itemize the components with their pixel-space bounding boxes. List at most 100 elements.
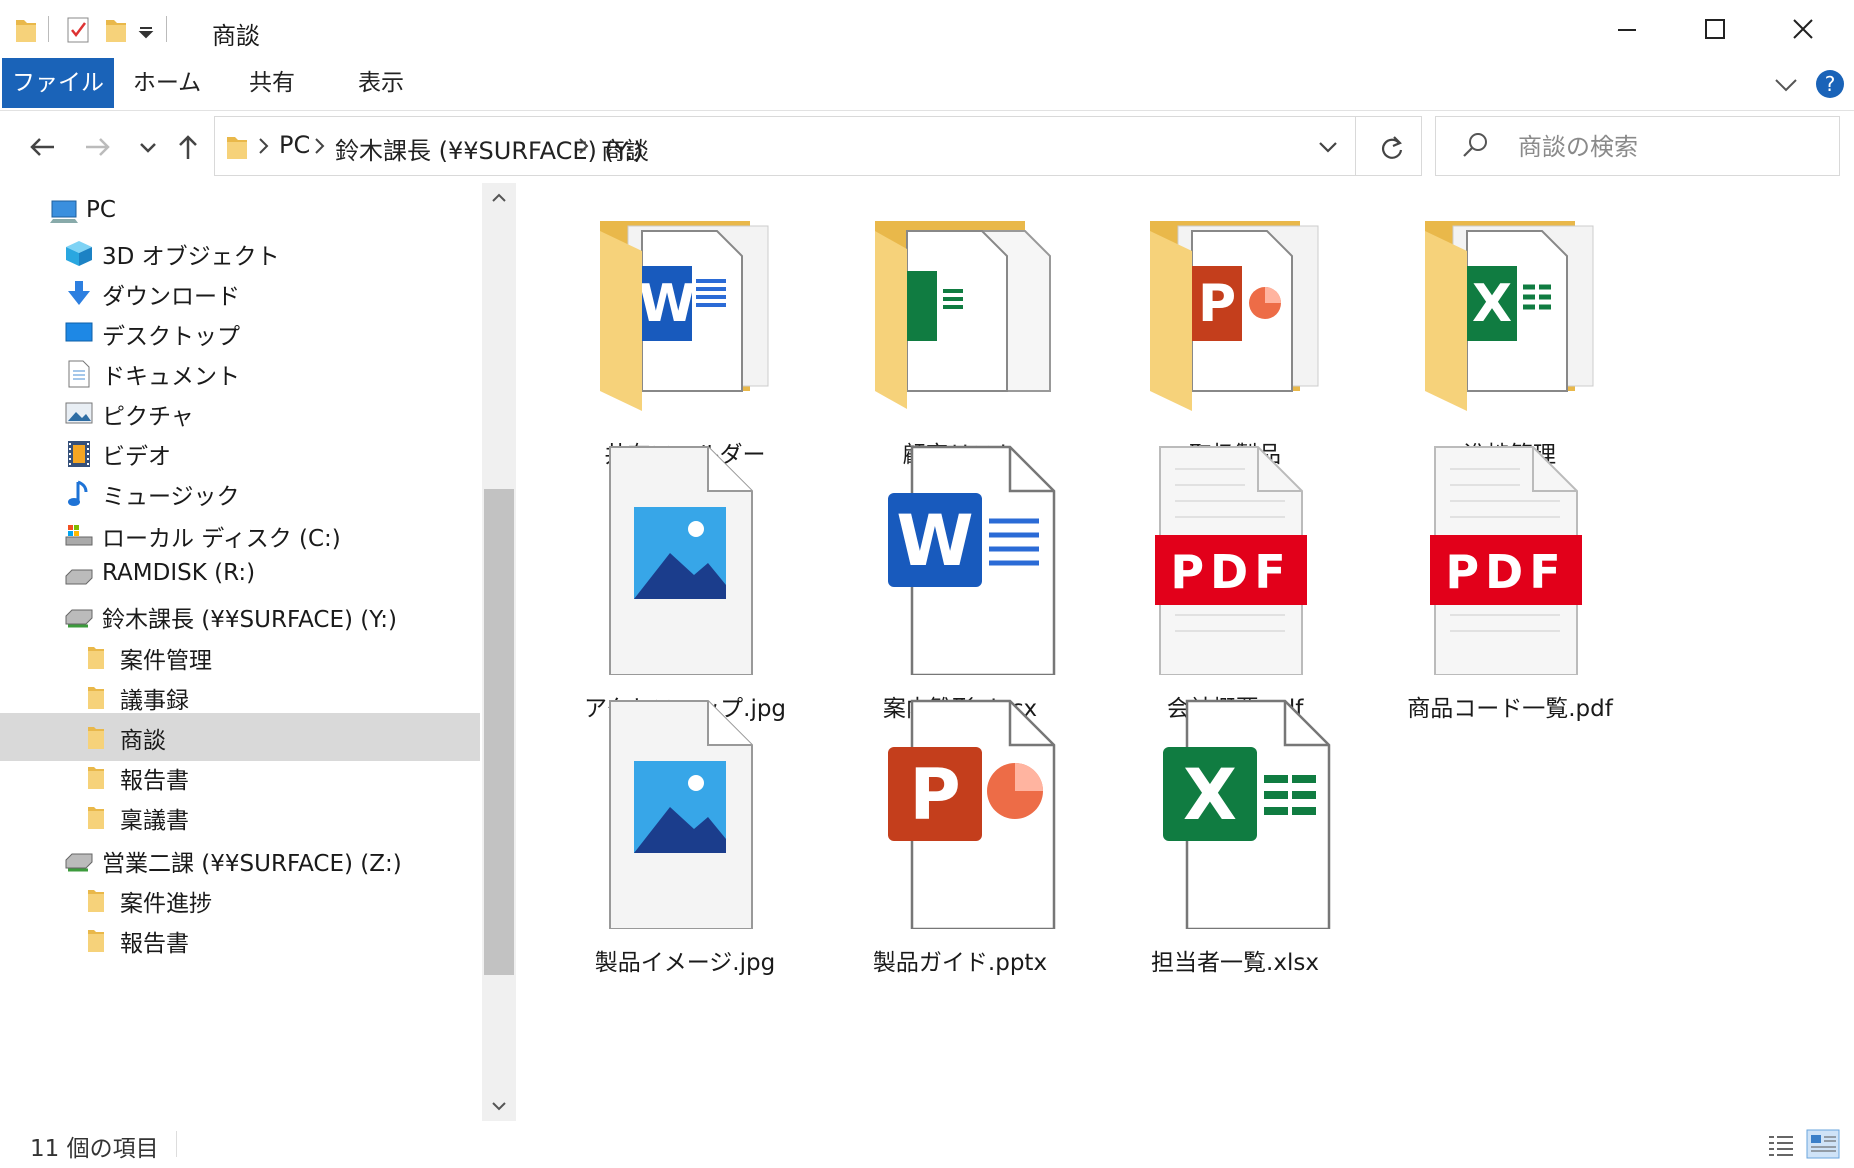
folder-icon [88, 767, 104, 789]
file-list: W 共有フォルダー 顧客リスト P 取扱製品 [520, 183, 1854, 1113]
divider [166, 16, 167, 42]
3d-objects-icon [66, 241, 92, 266]
chevron-right-icon[interactable] [577, 135, 591, 157]
close-button[interactable] [1764, 8, 1842, 50]
forward-icon[interactable] [80, 129, 116, 165]
maximize-icon [1705, 19, 1725, 39]
chevron-right-icon [259, 138, 269, 154]
folder-icon [88, 727, 104, 749]
drive-icon [65, 569, 93, 585]
folder-icon [88, 687, 104, 709]
window-title: 商談 [212, 22, 260, 50]
breadcrumb-pc[interactable]: PC [279, 131, 310, 159]
chevron-right-icon[interactable] [313, 135, 327, 157]
minimize-icon [1618, 29, 1636, 31]
address-bar[interactable]: PC 鈴木課長 (¥¥SURFACE) (Y:) 商談 [214, 116, 1422, 176]
breadcrumb-drive[interactable]: 鈴木課長 (¥¥SURFACE) (Y:) [335, 131, 643, 166]
nav-item-music[interactable]: ミュージック [0, 469, 480, 517]
network-drive-icon [65, 853, 93, 872]
word-file-icon: W [888, 445, 1056, 675]
file-name: 担当者一覧.xlsx [1151, 950, 1319, 976]
videos-icon [68, 441, 90, 467]
customize-dropdown-icon[interactable] [138, 14, 154, 44]
nav-item-folder-ringisho[interactable]: 稟議書 [0, 793, 480, 841]
image-file-icon [609, 700, 753, 929]
address-history-icon[interactable] [1315, 135, 1341, 159]
folder-excel-icon: X [1425, 221, 1594, 411]
file-item[interactable]: P 取扱製品 [1080, 183, 1390, 473]
scroll-thumb[interactable] [484, 489, 514, 975]
tab-view[interactable]: 表示 [336, 58, 426, 108]
tab-share[interactable]: 共有 [232, 58, 312, 108]
network-drive-icon [65, 609, 93, 628]
folder-icon [88, 890, 104, 912]
breadcrumb-current[interactable]: 商談 [601, 131, 649, 166]
details-view-icon[interactable] [1766, 1131, 1796, 1159]
divider [48, 16, 49, 42]
back-icon[interactable] [24, 129, 60, 165]
svg-text:W: W [638, 274, 695, 334]
navigation-pane: PC 3D オブジェクト ダウンロード デスクトップ ドキュメント ピクチャ ビ… [0, 183, 480, 1121]
file-item[interactable]: 顧客リスト [805, 183, 1115, 473]
file-item[interactable]: PDF 商品コード一覧.pdf [1355, 437, 1665, 727]
svg-text:P: P [909, 754, 960, 836]
pdf-file-icon: PDF [1430, 446, 1582, 675]
folder-icon [88, 930, 104, 952]
file-item[interactable]: W 案内雛形.docx [805, 437, 1115, 727]
nav-item-folder-hokokusho-z[interactable]: 報告書 [0, 916, 480, 964]
refresh-icon[interactable] [1377, 133, 1407, 161]
file-item[interactable]: アクセスマップ.jpg [530, 437, 840, 727]
excel-file-icon: X [1163, 699, 1331, 929]
close-icon [1793, 19, 1813, 39]
scroll-down-icon[interactable] [490, 1099, 508, 1113]
folder-excel-stack-icon [875, 221, 1051, 409]
file-item[interactable]: 製品イメージ.jpg [530, 691, 840, 981]
divider [176, 1131, 177, 1157]
large-icons-view-icon[interactable] [1806, 1129, 1840, 1159]
file-name: 製品ガイド.pptx [872, 950, 1048, 976]
minimize-button[interactable] [1588, 8, 1666, 50]
recent-locations-icon[interactable] [130, 129, 166, 165]
search-box[interactable] [1435, 116, 1840, 176]
file-item[interactable]: PDF 会社概要.pdf [1080, 437, 1390, 727]
svg-text:P: P [1198, 274, 1236, 334]
image-file-icon [609, 446, 753, 675]
file-item[interactable]: P 製品ガイド.pptx [805, 691, 1115, 981]
powerpoint-file-icon: P [888, 699, 1056, 929]
pc-icon [50, 200, 78, 223]
pdf-file-icon: PDF [1155, 446, 1307, 675]
folder-icon [227, 137, 247, 159]
tab-home[interactable]: ホーム [122, 58, 212, 108]
title-bar: 商談 [0, 0, 1854, 58]
file-name: 製品イメージ.jpg [594, 950, 776, 976]
status-bar: 11 個の項目 [0, 1121, 1854, 1168]
folder-icon [88, 807, 104, 829]
help-icon[interactable]: ? [1814, 68, 1846, 100]
divider [1355, 117, 1356, 175]
file-item[interactable]: X 担当者一覧.xlsx [1080, 691, 1390, 981]
maximize-button[interactable] [1676, 8, 1754, 50]
expand-ribbon-icon[interactable] [1772, 72, 1800, 96]
up-icon[interactable] [170, 129, 206, 165]
search-input[interactable] [1516, 129, 1820, 165]
nav-scrollbar[interactable] [482, 183, 516, 1121]
search-icon [1463, 133, 1487, 157]
svg-text:X: X [1183, 754, 1237, 836]
svg-text:PDF: PDF [1170, 545, 1291, 599]
svg-text:?: ? [1825, 72, 1836, 96]
download-icon [68, 281, 90, 305]
tab-file[interactable]: ファイル [2, 58, 114, 108]
svg-text:W: W [896, 500, 973, 582]
file-item[interactable]: X 進捗管理 [1355, 183, 1665, 473]
file-name: 商品コード一覧.pdf [1407, 696, 1613, 722]
documents-icon [68, 360, 90, 388]
file-item[interactable]: W 共有フォルダー [530, 183, 840, 473]
pictures-icon [65, 402, 93, 424]
new-folder-icon[interactable] [104, 14, 128, 44]
scroll-up-icon[interactable] [490, 191, 508, 205]
folder-icon [88, 647, 104, 669]
ribbon: ファイル ホーム 共有 表示 ? [0, 58, 1854, 111]
properties-icon[interactable] [66, 14, 90, 44]
svg-text:X: X [1472, 274, 1512, 334]
folder-icon[interactable] [14, 14, 38, 44]
